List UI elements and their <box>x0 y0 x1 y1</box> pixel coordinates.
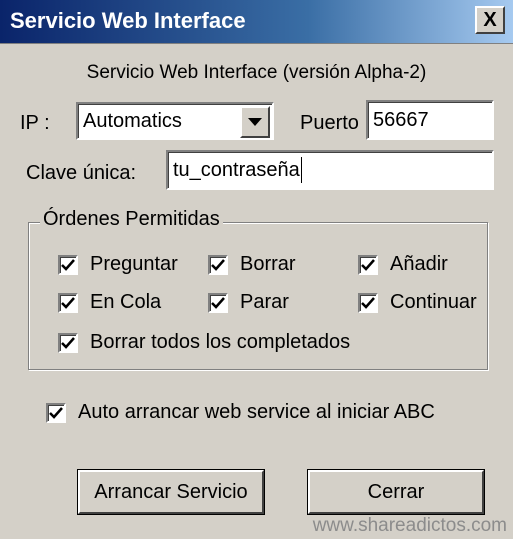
port-label: Puerto <box>300 112 359 134</box>
checkmark-icon <box>61 336 75 349</box>
ip-select-value: Automatics <box>83 109 182 132</box>
ip-label: IP : <box>20 112 50 134</box>
port-value: 56667 <box>373 108 429 131</box>
checkbox-label: Borrar <box>240 253 296 275</box>
ip-dropdown-button[interactable] <box>240 106 270 138</box>
close-button[interactable]: Cerrar <box>308 470 484 514</box>
key-label: Clave única: <box>26 162 137 184</box>
checkbox-box[interactable] <box>208 254 228 275</box>
window-title: Servicio Web Interface <box>10 8 246 33</box>
checkbox-box[interactable] <box>358 254 378 275</box>
checkmark-icon <box>361 258 375 271</box>
checkbox-preguntar[interactable]: Preguntar <box>58 253 178 276</box>
checkbox-box[interactable] <box>46 402 66 423</box>
checkbox-autostart[interactable]: Auto arrancar web service al iniciar ABC <box>46 401 435 424</box>
start-service-button[interactable]: Arrancar Servicio <box>78 470 264 514</box>
checkbox-en-cola[interactable]: En Cola <box>58 291 161 314</box>
version-text: Servicio Web Interface (versión Alpha-2) <box>86 62 427 83</box>
checkbox-parar[interactable]: Parar <box>208 291 289 314</box>
checkmark-icon <box>61 296 75 309</box>
close-icon: X <box>483 9 497 31</box>
text-caret <box>300 157 302 183</box>
checkbox-borrar[interactable]: Borrar <box>208 253 296 276</box>
port-input[interactable]: 56667 <box>366 100 494 140</box>
key-value: tu_contraseña <box>173 158 300 181</box>
checkbox-label: Preguntar <box>90 253 178 275</box>
checkmark-icon <box>211 296 225 309</box>
checkmark-icon <box>61 258 75 271</box>
checkbox-anadir[interactable]: Añadir <box>358 253 448 276</box>
checkbox-box[interactable] <box>58 332 78 353</box>
watermark: www.shareadictos.com <box>312 515 507 536</box>
checkmark-icon <box>211 258 225 271</box>
checkbox-borrar-completados[interactable]: Borrar todos los completados <box>58 331 350 354</box>
key-input[interactable]: tu_contraseña <box>166 150 494 190</box>
checkbox-label: En Cola <box>90 291 162 313</box>
checkmark-icon <box>361 296 375 309</box>
close-window-button[interactable]: X <box>475 6 505 34</box>
checkbox-label: Borrar todos los completados <box>90 331 351 353</box>
checkbox-label: Añadir <box>390 253 448 275</box>
checkbox-label: Auto arrancar web service al iniciar ABC <box>78 401 435 423</box>
checkmark-icon <box>49 406 63 419</box>
checkbox-box[interactable] <box>358 292 378 313</box>
checkbox-box[interactable] <box>208 292 228 313</box>
title-bar: Servicio Web Interface X <box>0 0 513 44</box>
checkbox-label: Parar <box>240 291 289 313</box>
checkbox-label: Continuar <box>390 291 477 313</box>
chevron-down-icon <box>248 118 262 126</box>
permissions-legend: Órdenes Permitidas <box>40 208 223 231</box>
checkbox-box[interactable] <box>58 292 78 313</box>
checkbox-box[interactable] <box>58 254 78 275</box>
ip-select[interactable]: Automatics <box>76 102 274 140</box>
checkbox-continuar[interactable]: Continuar <box>358 291 477 314</box>
